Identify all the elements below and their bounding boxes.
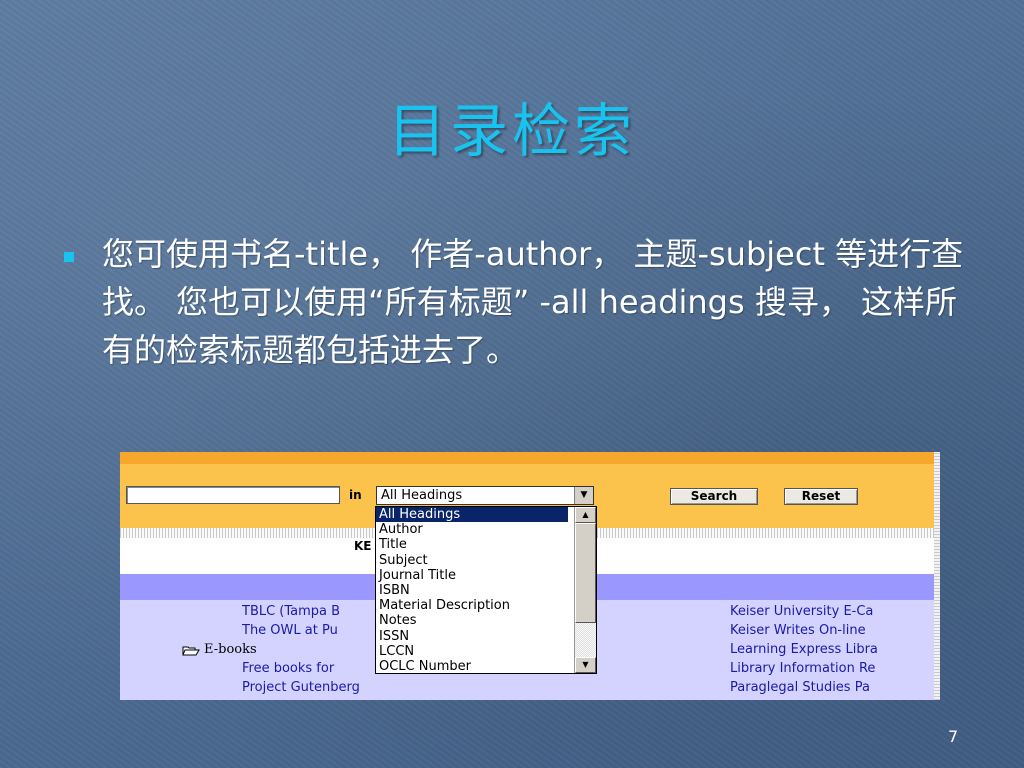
link-project-gutenberg[interactable]: Project Gutenberg bbox=[242, 680, 442, 695]
dropdown-option[interactable]: Author bbox=[376, 522, 568, 537]
scroll-up-button[interactable]: ▲ bbox=[575, 507, 596, 523]
page-number: 7 bbox=[948, 727, 959, 746]
bullet-text: 您可使用书名-title， 作者-author， 主题-subject 等进行查… bbox=[102, 235, 964, 369]
search-button[interactable]: Search bbox=[670, 488, 758, 505]
ebooks-label: E-books bbox=[204, 642, 257, 657]
dropdown-option[interactable]: Title bbox=[376, 537, 568, 552]
dropdown-option[interactable]: Material Description bbox=[376, 598, 568, 613]
dropdown-option[interactable]: ISBN bbox=[376, 583, 568, 598]
link-learning-express[interactable]: Learning Express Libra bbox=[730, 642, 934, 657]
in-label: in bbox=[349, 488, 362, 502]
chevron-down-icon: ▼ bbox=[580, 490, 588, 500]
slide-title: 目录检索 bbox=[387, 97, 636, 165]
chevron-up-icon: ▲ bbox=[582, 510, 589, 519]
ebooks-item[interactable]: E-books bbox=[182, 642, 257, 657]
dropdown-scrollbar[interactable]: ▲ ▼ bbox=[574, 507, 596, 673]
dropdown-option[interactable]: All Headings bbox=[376, 507, 568, 523]
link-owl[interactable]: The OWL at Pu bbox=[242, 623, 375, 638]
search-input[interactable] bbox=[126, 486, 340, 504]
bullet-marker bbox=[64, 252, 74, 262]
dropdown-option[interactable]: OCLC Number bbox=[376, 659, 568, 673]
link-keiser-ecatalog[interactable]: Keiser University E-Ca bbox=[730, 604, 934, 619]
select-arrow-button[interactable]: ▼ bbox=[574, 487, 593, 504]
scroll-down-button[interactable]: ▼ bbox=[575, 657, 596, 673]
link-library-information[interactable]: Library Information Re bbox=[730, 661, 934, 676]
chevron-down-icon: ▼ bbox=[582, 660, 589, 669]
dropdown-option[interactable]: ISSN bbox=[376, 629, 568, 644]
dropdown-list[interactable]: All Headings Author Title Subject Journa… bbox=[375, 506, 597, 674]
dropdown-option[interactable]: Notes bbox=[376, 613, 568, 628]
dropdown-option[interactable]: Journal Title bbox=[376, 568, 568, 583]
top-strip bbox=[120, 452, 940, 464]
link-free-books[interactable]: Free books for bbox=[242, 661, 375, 676]
link-tblc[interactable]: TBLC (Tampa B bbox=[242, 604, 375, 619]
link-keiser-writes[interactable]: Keiser Writes On-line bbox=[730, 623, 934, 638]
link-paralegal-studies[interactable]: Paraglegal Studies Pa bbox=[730, 680, 934, 695]
catalog-screenshot: KE in All Headings ▼ Search Reset All He… bbox=[120, 452, 940, 700]
select-value: All Headings bbox=[381, 488, 463, 503]
right-scroll-edge bbox=[934, 452, 940, 700]
folder-open-icon bbox=[182, 645, 200, 655]
dropdown-option[interactable]: LCCN bbox=[376, 644, 568, 659]
reset-button[interactable]: Reset bbox=[784, 488, 858, 505]
dropdown-option[interactable]: Subject bbox=[376, 553, 568, 568]
scroll-thumb[interactable] bbox=[575, 523, 596, 623]
partial-label: KE bbox=[354, 539, 372, 553]
search-field-select[interactable]: All Headings ▼ bbox=[376, 486, 594, 505]
